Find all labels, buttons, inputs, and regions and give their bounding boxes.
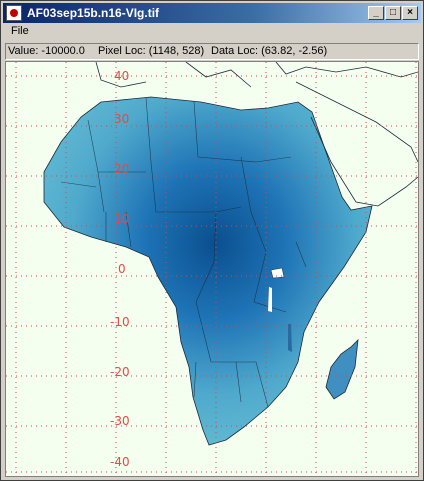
lat-label-neg40: -40 <box>110 455 130 469</box>
map-view[interactable]: 40 30 20 10 0 -10 -20 -30 -40 <box>5 61 419 477</box>
title-bar[interactable]: AF03sep15b.n16-VIg.tif _ □ × <box>3 3 421 23</box>
africa-landmass <box>43 96 373 446</box>
lat-label-20: 20 <box>114 162 129 176</box>
lat-label-40: 40 <box>114 69 129 83</box>
europe-outline <box>95 62 418 88</box>
image-viewer-window: AF03sep15b.n16-VIg.tif _ □ × File Value:… <box>0 0 424 481</box>
map-canvas[interactable]: 40 30 20 10 0 -10 -20 -30 -40 <box>6 62 418 476</box>
lat-label-10: 10 <box>114 212 129 226</box>
app-icon[interactable] <box>6 5 22 21</box>
lat-label-30: 30 <box>114 112 129 126</box>
status-bar: Value: -10000.0 Pixel Loc: (1148, 528) D… <box>5 43 419 60</box>
window-title: AF03sep15b.n16-VIg.tif <box>27 6 160 20</box>
lake-victoria <box>270 267 285 279</box>
madagascar <box>325 338 359 400</box>
lat-label-neg20: -20 <box>110 365 130 379</box>
lat-label-neg30: -30 <box>110 414 130 428</box>
lat-label-neg10: -10 <box>110 315 130 329</box>
close-button[interactable]: × <box>402 6 418 20</box>
pixel-loc-readout: Pixel Loc: (1148, 528) <box>98 45 205 57</box>
minimize-button[interactable]: _ <box>368 6 384 20</box>
maximize-button[interactable]: □ <box>385 6 401 20</box>
menu-file[interactable]: File <box>11 25 29 37</box>
menu-bar: File <box>3 23 421 41</box>
value-readout: Value: -10000.0 <box>8 45 85 57</box>
lat-label-0: 0 <box>118 262 126 276</box>
data-loc-readout: Data Loc: (63.82, -2.56) <box>211 45 328 57</box>
